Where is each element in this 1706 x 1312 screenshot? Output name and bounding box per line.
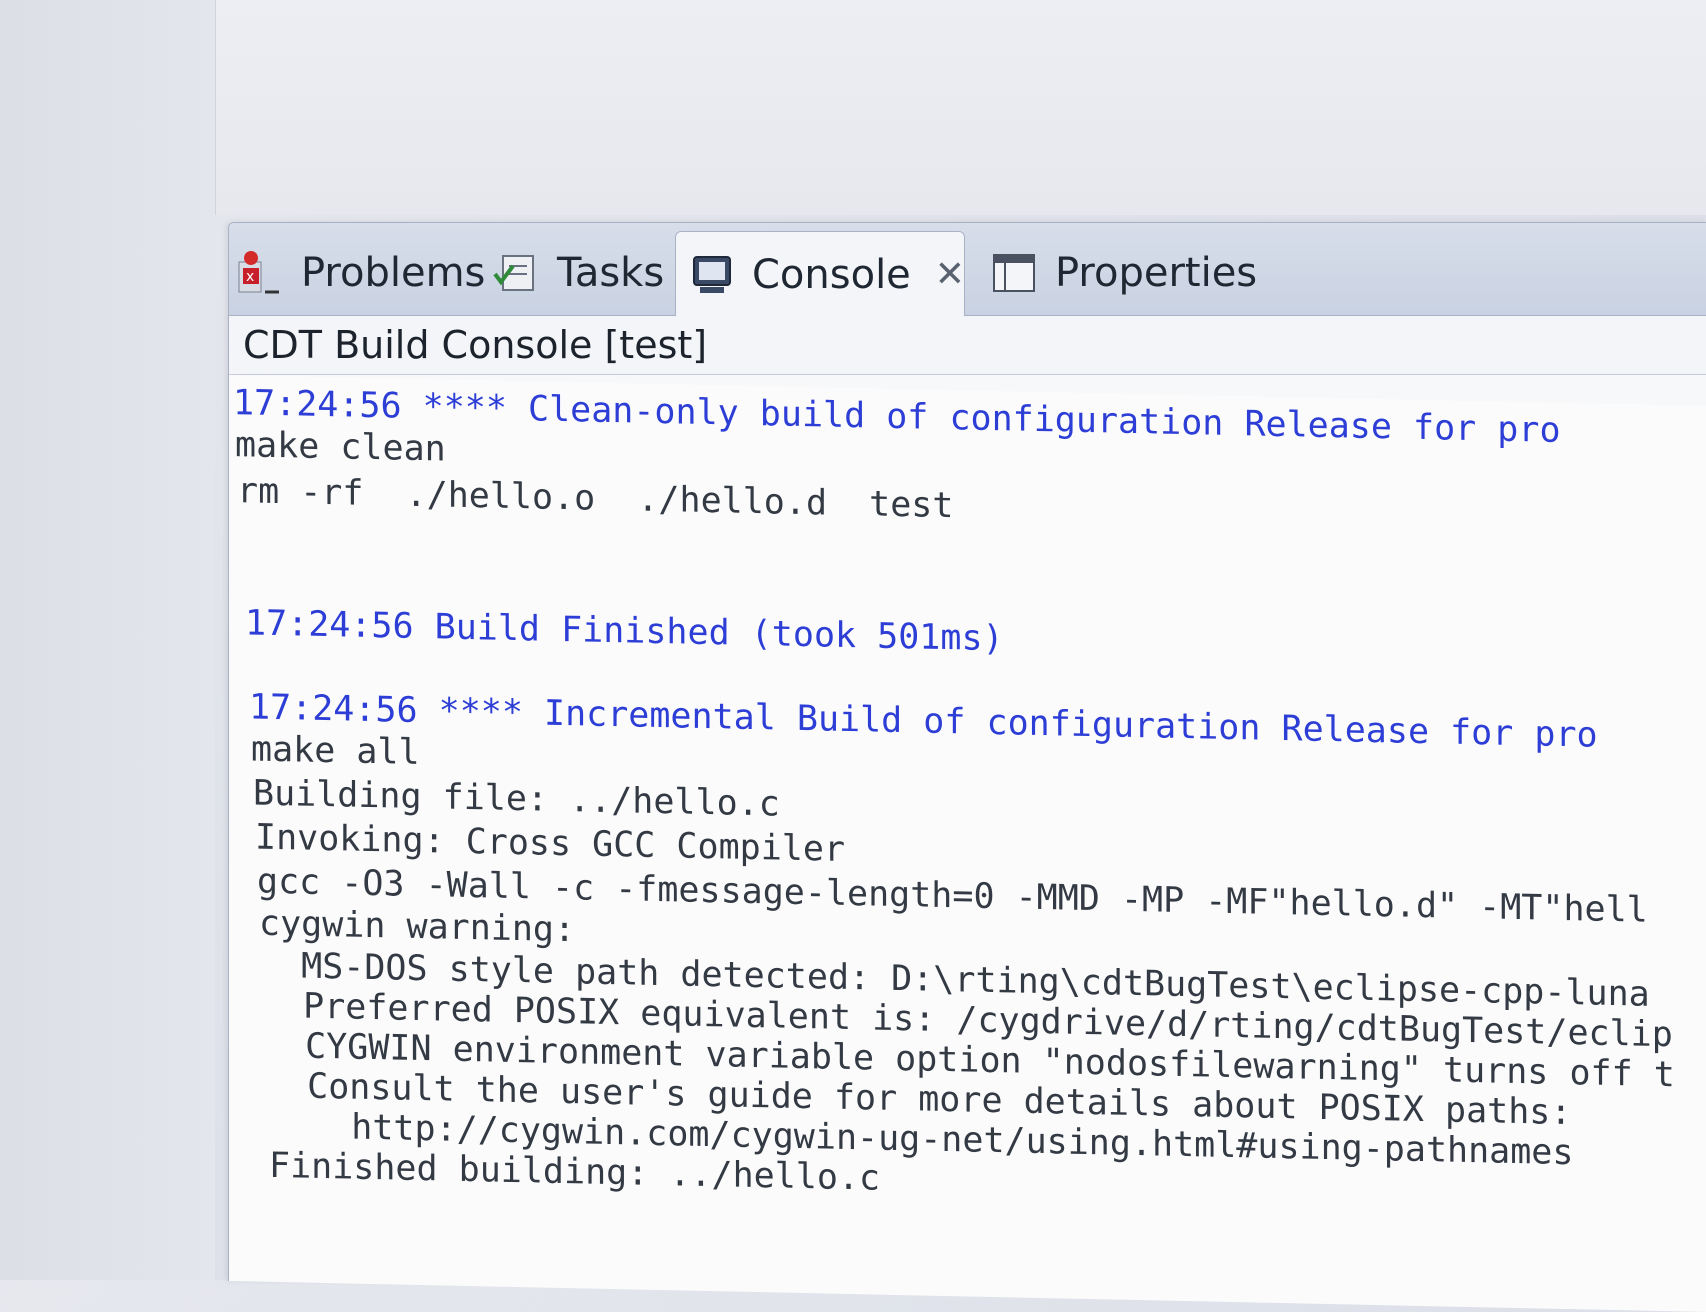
console-output[interactable]: 17:24:56 **** Clean-only build of config… bbox=[229, 375, 1706, 1312]
console-line: Building file: ../hello.c bbox=[253, 773, 780, 825]
tab-label: Properties bbox=[1055, 250, 1258, 296]
console-line: make clean bbox=[235, 425, 446, 470]
tab-label: Console bbox=[752, 251, 911, 298]
tab-label: Tasks bbox=[557, 250, 665, 296]
svg-text:x: x bbox=[246, 269, 254, 285]
view-tab-bar: x Problems Tasks Console ✕ Properties bbox=[229, 223, 1706, 317]
tasks-icon bbox=[493, 250, 539, 296]
desktop-margin bbox=[0, 0, 215, 1280]
console-line: 17:24:56 **** Incremental Build of confi… bbox=[249, 687, 1598, 756]
editor-area bbox=[215, 0, 1706, 215]
properties-icon bbox=[991, 251, 1037, 295]
console-line: rm -rf ./hello.o ./hello.d test bbox=[237, 471, 954, 527]
console-view: x Problems Tasks Console ✕ Properties CD… bbox=[228, 222, 1706, 1312]
console-line: make all bbox=[251, 729, 420, 773]
tab-tasks[interactable]: Tasks bbox=[479, 231, 678, 315]
tab-label: Problems bbox=[301, 250, 486, 296]
console-icon bbox=[690, 253, 734, 297]
console-title: CDT Build Console [test] bbox=[229, 316, 1706, 375]
tab-console[interactable]: Console ✕ bbox=[675, 231, 965, 317]
close-icon[interactable]: ✕ bbox=[935, 254, 965, 295]
console-line: 17:24:56 Build Finished (took 501ms) bbox=[245, 603, 1004, 660]
console-line: Invoking: Cross GCC Compiler bbox=[255, 817, 846, 870]
console-line: cygwin warning: bbox=[259, 903, 576, 951]
tab-problems[interactable]: x Problems bbox=[223, 231, 499, 315]
problems-icon: x bbox=[237, 248, 283, 298]
tab-properties[interactable]: Properties bbox=[977, 231, 1271, 315]
